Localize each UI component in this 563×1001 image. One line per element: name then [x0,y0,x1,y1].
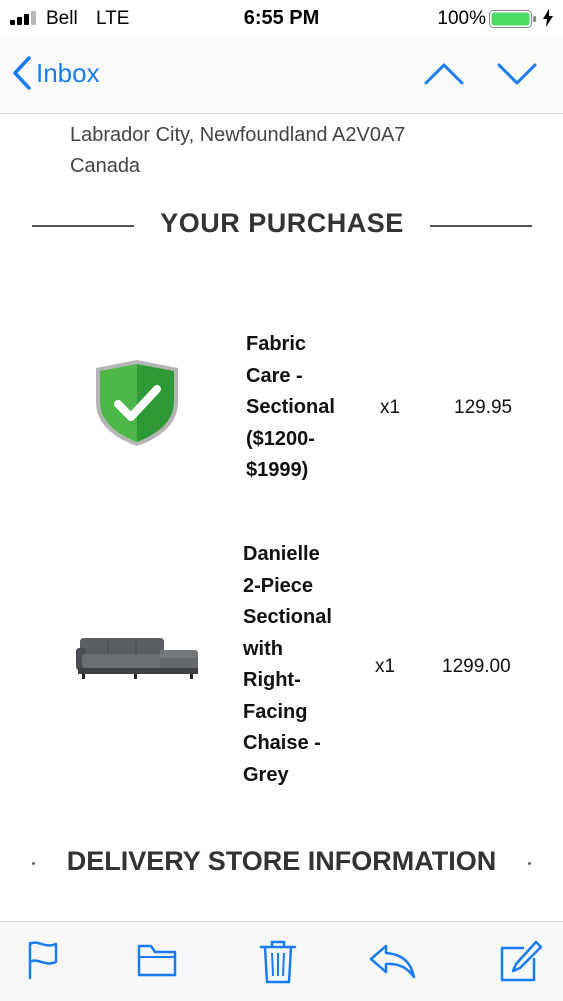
purchase-heading: YOUR PURCHASE [160,208,404,238]
grey-sectional-sofa [76,638,198,679]
item-name-line: $1999) [246,459,309,481]
item-quantity: x1 [375,656,396,677]
address-line-2: Canada [70,155,141,177]
item-name-line: ($1200- [246,427,315,450]
folder-icon[interactable] [136,940,178,980]
item-name-line: Facing [243,700,308,723]
trash-icon[interactable] [259,940,297,984]
address-line-1: Labrador City, Newfoundland A2V0A7 [70,124,406,146]
chevron-left-icon [13,56,31,90]
back-label: Inbox [36,57,100,88]
charging-bolt-icon [543,9,553,27]
item-name-line: Right- [243,669,301,691]
previous-message-button[interactable] [424,62,464,86]
back-to-inbox-button[interactable]: Inbox [12,56,100,90]
flag-icon[interactable] [26,940,60,980]
purchase-section-header: YOUR PURCHASE [32,206,532,246]
item-name: Fabric Care - Sectional ($1200- $1999) [246,329,335,487]
delivery-heading: DELIVERY STORE INFORMATION [66,846,497,876]
protection-shield-icon [96,360,178,446]
reply-icon[interactable] [368,940,416,980]
mail-nav-bar: Inbox [0,36,563,114]
item-price: 1299.00 [442,656,511,677]
item-name-line: Sectional [246,396,335,418]
item-quantity: x1 [380,397,401,418]
item-name: Danielle 2-Piece Sectional with Right- F… [243,539,332,791]
item-name-line: Fabric [246,333,307,355]
next-message-button[interactable] [497,62,537,86]
shipping-address: Labrador City, Newfoundland A2V0A7 Canad… [70,120,405,182]
item-name-line: Danielle [243,543,320,565]
status-bar: Bell LTE 6:55 PM 100% [0,0,563,36]
compose-icon[interactable] [498,940,544,984]
item-name-line: 2-Piece [243,574,314,597]
item-name-line: with [243,637,283,660]
item-name-line: Care - [246,364,303,387]
item-name-line: Sectional [243,606,332,628]
divider-line [430,225,532,227]
battery-icon [489,10,536,28]
item-name-line: Grey [243,763,289,786]
divider-dot [528,862,531,865]
battery-percent: 100% [437,8,486,29]
mail-toolbar [0,921,563,1001]
item-price: 129.95 [454,397,513,418]
item-name-line: Chaise - [243,732,321,754]
